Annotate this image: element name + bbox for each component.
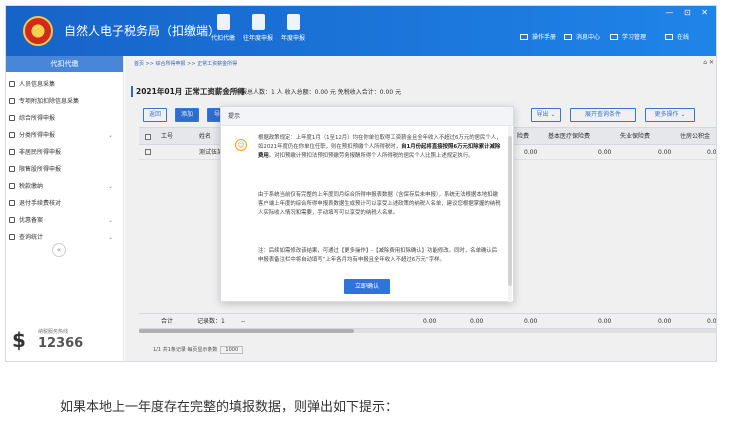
tool-label: 往年度申报 [242, 35, 273, 42]
hotline-logo-icon: $ [12, 328, 26, 352]
message-label: 消息中心 [576, 34, 601, 41]
manual-icon [520, 34, 528, 40]
hotline-label: 纳税服务热线 [38, 329, 69, 335]
manual-link[interactable]: 操作手册 [520, 32, 556, 41]
sidebar-item-person-info[interactable]: 人员信息采集 [6, 76, 123, 93]
dialog-title: 提示 [221, 107, 513, 126]
message-center-link[interactable]: 消息中心 [564, 32, 600, 41]
refund-icon [9, 200, 15, 206]
sidebar: 代扣代缴 人员信息采集 专项附加扣除信息采集 综合所得申报 分类所得申报 ⌄ 非居… [6, 56, 124, 361]
manual-label: 操作手册 [532, 34, 557, 41]
user-icon [9, 149, 15, 155]
study-icon [610, 34, 618, 40]
sidebar-item-label: 综合所得申报 [19, 115, 56, 122]
sidebar-item-tax-payment[interactable]: 税款缴纳 ⌄ [6, 178, 123, 195]
study-link[interactable]: 学习管理 [610, 32, 646, 41]
chart-icon [9, 166, 15, 172]
sidebar-item-query-stats[interactable]: 查询统计 ⌄ [6, 229, 123, 246]
sidebar-item-label: 查询统计 [19, 234, 44, 241]
national-emblem-icon [23, 16, 53, 46]
study-label: 学习管理 [622, 34, 647, 41]
sidebar-item-label: 非居民所得申报 [19, 149, 62, 156]
smile-info-icon: ☺ [235, 139, 247, 151]
top-bar: 自然人电子税务局（扣缴端） 代扣代缴 往年度申报 年度申报 操作手册 消息中心 … [6, 6, 716, 56]
annual-tool-button[interactable]: 年度申报 [273, 14, 313, 42]
caption-text: 如果本地上一年度存在完整的填报数据，则弹出如下提示： [60, 400, 399, 415]
withholding-tool-button[interactable]: 代扣代缴 [203, 14, 243, 42]
app-title: 自然人电子税务局（扣缴端） [64, 24, 221, 38]
dialog-scrollbar[interactable] [508, 126, 512, 302]
confirm-button[interactable]: 立即确认 [344, 279, 390, 294]
sidebar-item-discount-filing[interactable]: 优惠备案 ⌄ [6, 212, 123, 229]
sidebar-item-label: 专项附加扣除信息采集 [19, 98, 80, 105]
prior-year-tool-button[interactable]: 往年度申报 [238, 14, 278, 42]
document-gear-icon [251, 14, 265, 30]
online-status[interactable]: 在线 [665, 32, 689, 41]
sidebar-item-label: 优惠备案 [19, 217, 44, 224]
dialog-paragraph-2: 由于系统当前仅有完整的上年度同月综合所得申报表数据（含保存后未申报），系统无法根… [258, 192, 501, 216]
calendar-icon [286, 14, 300, 30]
tool-label: 代扣代缴 [210, 35, 235, 42]
sidebar-item-nonresident-income[interactable]: 非居民所得申报 [6, 144, 123, 161]
sidebar-item-label: 分类所得申报 [19, 132, 56, 139]
chevron-down-icon: ⌄ [107, 183, 113, 190]
dialog-paragraph-3: 注：后续如需修改该结果，可通过【更多操作】-【减除费用扣除确认】功能修改。同时，… [258, 248, 498, 263]
para1-text: 。对扣预缴计预扣法预扣预缴劳务报酬所得个人所得税的居民个人比照上述规定执行。 [268, 153, 474, 159]
discount-icon [9, 217, 15, 223]
sidebar-item-label: 人员信息采集 [19, 81, 56, 88]
tool-label: 年度申报 [280, 35, 305, 42]
person-icon [9, 81, 15, 87]
message-icon [564, 34, 572, 40]
sidebar-item-restricted-stock[interactable]: 限售股所得申报 [6, 161, 123, 178]
chevron-down-icon: ⌄ [107, 234, 113, 241]
prompt-dialog: 提示 ☺ 根据政策规定：上年度1月（1至12月）均在你单位取得工资薪金且全年收入… [220, 106, 514, 302]
clock-icon [9, 132, 15, 138]
collapse-sidebar-button[interactable]: « [52, 243, 66, 257]
list-icon [9, 98, 15, 104]
hotline-number: 12366 [38, 336, 84, 351]
sidebar-item-label: 税款缴纳 [19, 183, 44, 190]
gear-icon [216, 14, 230, 30]
window-controls[interactable]: — ⊡ ✕ [666, 8, 713, 17]
online-label: 在线 [677, 34, 690, 41]
chevron-down-icon: ⌄ [107, 217, 113, 224]
settings-icon [9, 115, 15, 121]
sidebar-item-refund-fee[interactable]: 退付手续费核对 [6, 195, 123, 212]
chevron-down-icon: ⌄ [107, 132, 113, 139]
sidebar-header: 代扣代缴 [6, 56, 123, 72]
sidebar-item-label: 限售股所得申报 [19, 166, 62, 173]
stats-icon [9, 234, 15, 240]
sidebar-item-special-deduction[interactable]: 专项附加扣除信息采集 [6, 93, 123, 110]
sidebar-item-label: 退付手续费核对 [19, 200, 62, 207]
tax-icon [9, 183, 15, 189]
online-icon [665, 34, 673, 40]
sidebar-item-classified-income[interactable]: 分类所得申报 ⌄ [6, 127, 123, 144]
sidebar-item-comprehensive-income[interactable]: 综合所得申报 [6, 110, 123, 127]
dialog-paragraph-1: 根据政策规定：上年度1月（1至12月）均在你单位取得工资薪金且全年收入不超过6万… [258, 134, 502, 186]
scrollbar-thumb[interactable] [508, 136, 512, 286]
